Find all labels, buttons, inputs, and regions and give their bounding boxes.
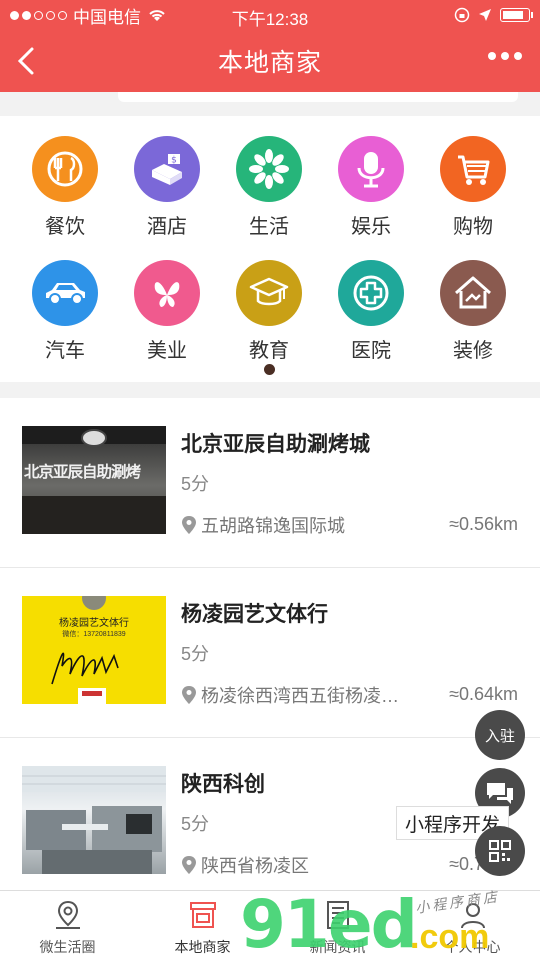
back-button[interactable] bbox=[12, 44, 42, 78]
category-label: 餐饮 bbox=[45, 216, 85, 238]
category-auto[interactable]: 汽车 bbox=[20, 260, 110, 363]
butterfly-icon bbox=[134, 260, 200, 326]
category-dining[interactable]: 餐饮 bbox=[20, 136, 110, 239]
user-icon bbox=[460, 903, 485, 929]
utensils-icon bbox=[32, 136, 98, 202]
microphone-icon bbox=[338, 136, 404, 202]
merchant-thumbnail bbox=[22, 766, 166, 874]
merchant-name: 杨凌园艺文体行 bbox=[181, 603, 328, 626]
status-bar: 中国电信 下午12:38 bbox=[0, 0, 540, 30]
nav-bar: 本地商家 bbox=[0, 30, 540, 92]
category-education[interactable]: 教育 bbox=[224, 260, 314, 363]
signal-icon bbox=[10, 10, 67, 20]
category-label: 汽车 bbox=[45, 340, 85, 362]
category-label: 购物 bbox=[453, 216, 493, 238]
page-title: 本地商家 bbox=[217, 49, 322, 77]
category-label: 医院 bbox=[351, 340, 391, 362]
thumbnail-sign-subtext: 微信：13720811839 bbox=[62, 631, 126, 638]
merchant-score: 5分 bbox=[181, 814, 210, 834]
category-label: 生活 bbox=[249, 216, 289, 238]
merchant-name: 陕西科创 bbox=[181, 773, 265, 796]
category-beauty[interactable]: 美业 bbox=[122, 260, 212, 363]
thumbnail-sign-text: 北京亚辰自助涮烤 bbox=[24, 464, 141, 481]
wifi-icon bbox=[149, 10, 165, 21]
location-pin-icon bbox=[182, 516, 196, 534]
qrcode-button[interactable] bbox=[475, 826, 525, 876]
join-button[interactable]: 入驻 bbox=[475, 710, 525, 760]
bottom-tab-bar: 微生活圈 本地商家 新闻资讯 个人中心 bbox=[0, 890, 540, 960]
category-label: 美业 bbox=[147, 340, 187, 362]
category-label: 酒店 bbox=[147, 216, 187, 238]
rotation-lock-icon bbox=[454, 7, 470, 23]
category-renovation[interactable]: 装修 bbox=[428, 260, 518, 363]
tab-local-merchants[interactable]: 本地商家 bbox=[135, 891, 270, 960]
merchant-address: 陕西省杨凌区 bbox=[181, 852, 431, 878]
category-hospital[interactable]: 医院 bbox=[326, 260, 416, 363]
more-menu-button[interactable] bbox=[488, 52, 522, 60]
merchant-score: 5分 bbox=[181, 474, 210, 494]
merchant-distance: ≈0.56km bbox=[449, 514, 518, 534]
merchant-distance: ≈0.64km bbox=[449, 684, 518, 704]
merchant-name: 北京亚辰自助涮烤城 bbox=[181, 433, 370, 456]
category-grid: 餐饮 $ 酒店 生活 娱乐 购物 汽车 美业 教育 医院 装修 bbox=[0, 116, 540, 382]
location-pin-icon bbox=[182, 686, 196, 704]
category-hotel[interactable]: $ 酒店 bbox=[122, 136, 212, 239]
flower-icon bbox=[236, 136, 302, 202]
category-label: 娱乐 bbox=[351, 216, 391, 238]
graduation-cap-icon bbox=[236, 260, 302, 326]
medical-cross-icon bbox=[338, 260, 404, 326]
tab-news[interactable]: 新闻资讯 bbox=[270, 891, 405, 960]
news-icon bbox=[326, 901, 349, 929]
search-bar-remnant bbox=[0, 92, 540, 116]
merchant-address: 杨凌徐西湾西五街杨凌… bbox=[181, 682, 431, 708]
merchant-item[interactable]: 北京亚辰自助涮烤 北京亚辰自助涮烤城 5分 五胡路锦逸国际城 ≈0.56km bbox=[0, 398, 540, 568]
merchant-thumbnail: 北京亚辰自助涮烤 bbox=[22, 426, 166, 534]
merchant-thumbnail: 杨凌园艺文体行 微信：13720811839 bbox=[22, 596, 166, 704]
svg-text:$: $ bbox=[171, 156, 177, 166]
merchant-item[interactable]: 杨凌园艺文体行 微信：13720811839 杨凌园艺文体行 5分 杨凌徐西湾西… bbox=[0, 568, 540, 738]
chat-icon bbox=[487, 783, 513, 804]
tab-profile[interactable]: 个人中心 bbox=[405, 891, 540, 960]
carrier-label: 中国电信 bbox=[73, 7, 141, 27]
thumbnail-sign-text: 杨凌园艺文体行 bbox=[59, 618, 129, 629]
top-bar: 中国电信 下午12:38 本地商家 bbox=[0, 0, 540, 92]
location-pin-icon bbox=[55, 900, 80, 929]
hotel-bed-icon: $ bbox=[134, 136, 200, 202]
shopping-cart-icon bbox=[440, 136, 506, 202]
qrcode-icon bbox=[489, 840, 511, 862]
battery-icon bbox=[500, 8, 533, 22]
category-life[interactable]: 生活 bbox=[224, 136, 314, 239]
category-entertainment[interactable]: 娱乐 bbox=[326, 136, 416, 239]
category-label: 装修 bbox=[453, 340, 493, 362]
location-arrow-icon bbox=[479, 9, 491, 21]
pager-dot bbox=[264, 364, 275, 375]
tab-life-circle[interactable]: 微生活圈 bbox=[0, 891, 135, 960]
shop-icon bbox=[189, 902, 216, 928]
merchant-score: 5分 bbox=[181, 644, 210, 664]
category-shopping[interactable]: 购物 bbox=[428, 136, 518, 239]
category-label: 教育 bbox=[249, 340, 289, 362]
car-icon bbox=[32, 260, 98, 326]
merchant-address: 五胡路锦逸国际城 bbox=[181, 512, 431, 538]
location-pin-icon bbox=[182, 856, 196, 874]
house-icon bbox=[440, 260, 506, 326]
